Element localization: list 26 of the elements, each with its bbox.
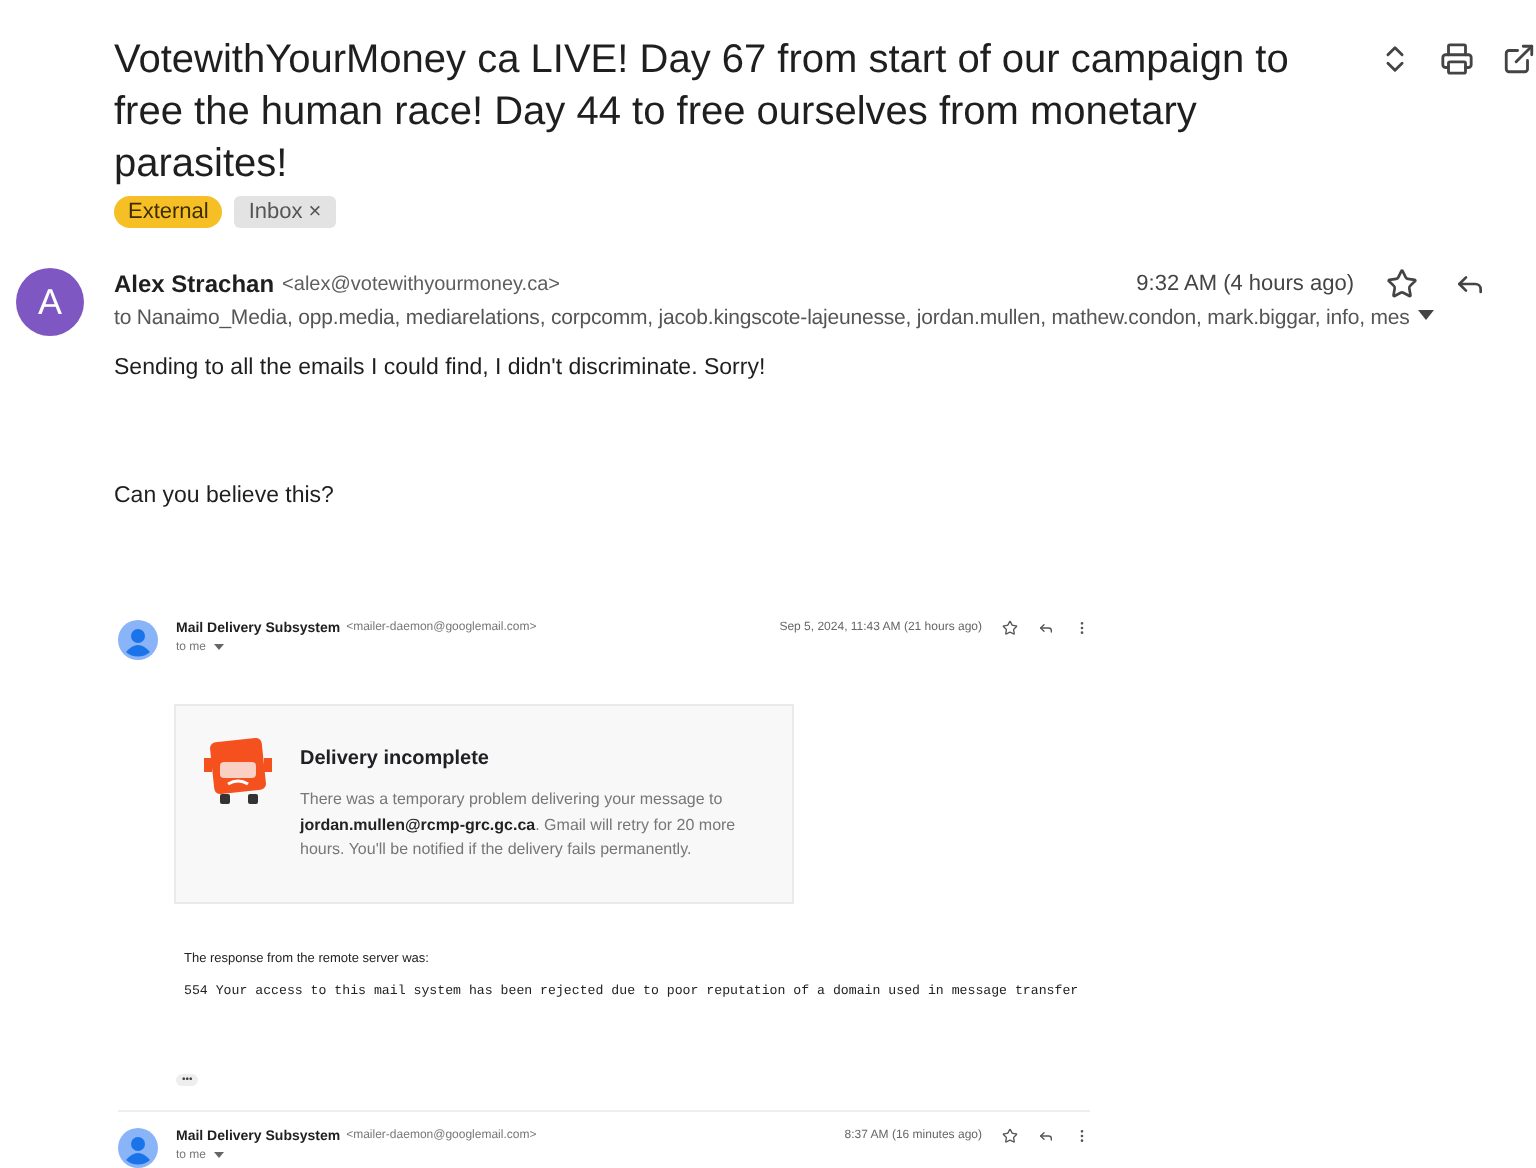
avatar-icon xyxy=(118,620,158,660)
message-text: Can you believe this? xyxy=(114,484,336,508)
sender-name: Alex Strachan xyxy=(114,270,275,298)
message-text: Sending to all the emails I could find, I didn't discriminate. Sorry! xyxy=(114,356,768,380)
sender-avatar: A xyxy=(16,268,84,336)
inbox-label: Inbox × xyxy=(234,196,336,228)
print-icon[interactable] xyxy=(1440,42,1474,76)
reply-icon[interactable] xyxy=(1038,1128,1054,1144)
remove-label-button[interactable]: × xyxy=(308,200,322,224)
card-title: Delivery incomplete xyxy=(300,748,491,770)
message-time: 9:32 AM (4 hours ago) xyxy=(1136,272,1354,296)
sender-email: <alex@votewithyourmoney.ca> xyxy=(282,273,560,295)
sad-truck-icon xyxy=(204,734,272,806)
caret-icon[interactable] xyxy=(214,644,225,652)
caret-icon[interactable] xyxy=(214,1152,225,1160)
new-window-icon[interactable] xyxy=(1502,42,1536,76)
avatar-icon xyxy=(118,1128,158,1168)
recipient-line[interactable]: to Nanaimo_Media, opp.media, mediarelations, corpcomm, jacob.kingscote-lajeunesse, jordan.mullen, mathew.condon, mark.biggar, info, mes xyxy=(114,306,1410,330)
star-icon[interactable] xyxy=(1002,1128,1018,1144)
star-icon[interactable] xyxy=(1002,620,1018,636)
reply-icon[interactable] xyxy=(1038,620,1054,636)
email-subject: VotewithYourMoney ca LIVE! Day 67 from start of our campaign to free the human race! Day 44 to free ourselves from monetary parasites! xyxy=(114,36,1291,190)
card-text: There was a temporary problem delivering your message to jordan.mullen@rcmp-grc.gc.ca. Gmail will retry for 20 more hours. You'll be notified if the delivery fails permanently. xyxy=(300,788,738,862)
star-icon[interactable] xyxy=(1386,268,1418,300)
caret-icon[interactable] xyxy=(1417,310,1434,320)
external-label: External xyxy=(114,196,223,228)
